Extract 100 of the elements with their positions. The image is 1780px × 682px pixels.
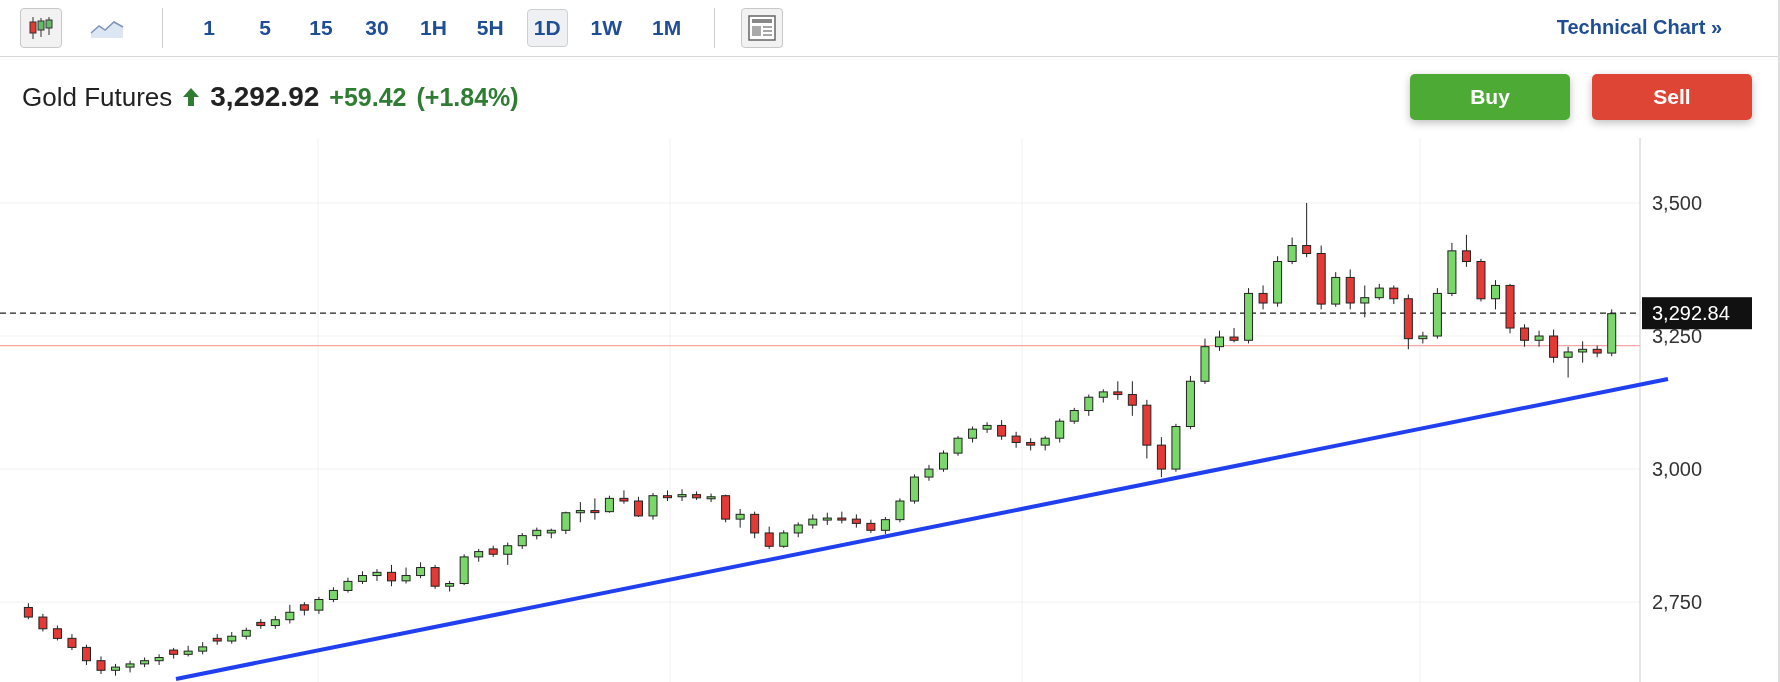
candle	[1607, 308, 1617, 357]
price-axis-label: 2,750	[1652, 591, 1703, 614]
candle	[1069, 407, 1079, 425]
candle	[517, 532, 527, 550]
price-axis-label: 3,000	[1652, 458, 1703, 481]
candle	[735, 508, 745, 529]
candle	[38, 613, 48, 632]
candle	[1026, 437, 1036, 451]
candle	[997, 419, 1007, 441]
candle	[1244, 287, 1254, 344]
interval-button[interactable]: 1H	[413, 8, 454, 47]
candle	[1592, 345, 1602, 358]
candle	[808, 513, 818, 530]
candle	[1287, 237, 1297, 265]
candle	[1520, 323, 1530, 348]
layout-button[interactable]	[741, 7, 784, 48]
candle	[561, 511, 571, 535]
price-axis-label: 3,500	[1652, 191, 1703, 214]
candle	[285, 604, 295, 624]
candle	[532, 527, 542, 540]
interval-button[interactable]: 1	[189, 8, 229, 47]
candle	[183, 645, 193, 657]
candle	[895, 497, 905, 523]
sell-button[interactable]: Sell	[1592, 74, 1752, 121]
technical-chart-link[interactable]: Technical Chart »	[1556, 16, 1722, 40]
candle	[1331, 271, 1341, 308]
candle	[241, 627, 251, 640]
candle	[401, 567, 411, 585]
candle	[1258, 284, 1268, 310]
candle	[1345, 269, 1355, 310]
candle	[1534, 330, 1544, 348]
candle	[851, 513, 861, 529]
candle	[604, 495, 614, 514]
interval-button[interactable]: 1W	[583, 8, 630, 47]
candle	[169, 647, 179, 660]
candle	[677, 488, 687, 502]
candle	[866, 519, 876, 534]
candle	[953, 435, 963, 457]
candle	[793, 521, 803, 538]
candle	[154, 653, 164, 666]
candle	[692, 490, 702, 501]
candle	[67, 633, 77, 651]
candle	[1461, 234, 1471, 268]
candle	[343, 577, 353, 594]
candle	[503, 542, 513, 566]
candle	[663, 489, 672, 502]
candle	[968, 426, 978, 443]
candle	[1360, 284, 1370, 318]
candle	[648, 492, 658, 521]
candle	[1374, 283, 1384, 301]
candle	[880, 516, 890, 535]
candle	[488, 545, 498, 558]
candle	[750, 511, 760, 539]
candle	[575, 501, 585, 523]
interval-button[interactable]: 1D	[526, 8, 568, 47]
candle	[1418, 331, 1428, 344]
candle	[314, 596, 324, 615]
candle	[546, 528, 556, 539]
candle	[1302, 202, 1312, 258]
candle	[372, 568, 382, 582]
candle	[1505, 283, 1515, 334]
candle	[299, 601, 309, 616]
price-change: +59.42	[329, 82, 407, 112]
candle	[459, 553, 469, 586]
candle	[939, 449, 948, 473]
candle	[416, 561, 426, 579]
candle	[779, 529, 789, 549]
candle	[1432, 287, 1442, 340]
candle	[387, 564, 396, 587]
candle	[1389, 284, 1399, 305]
candle	[1098, 388, 1108, 404]
candle	[1273, 255, 1283, 308]
candle	[1403, 294, 1413, 350]
last-price: 3,292.92	[210, 81, 320, 114]
interval-button[interactable]: 30	[357, 8, 397, 47]
candle	[590, 497, 600, 521]
interval-button[interactable]: 1M	[645, 8, 689, 47]
candlestick-icon	[28, 14, 54, 41]
candle	[111, 663, 121, 677]
candle	[764, 526, 774, 550]
candle	[1563, 346, 1573, 379]
interval-button[interactable]: 15	[301, 8, 341, 47]
candle	[1200, 338, 1210, 385]
instrument-name: Gold Futures	[22, 81, 173, 113]
candle	[1156, 436, 1166, 478]
candle	[125, 660, 135, 673]
interval-button[interactable]: 5	[245, 8, 285, 47]
candle	[1084, 394, 1094, 417]
candle	[721, 494, 731, 523]
interval-button[interactable]: 5H	[469, 8, 511, 47]
candle	[96, 655, 106, 675]
chart-type-button[interactable]	[20, 7, 62, 48]
candle	[1578, 340, 1588, 364]
candle	[198, 641, 208, 655]
candle	[270, 615, 280, 630]
candle	[1055, 418, 1065, 443]
candle	[23, 602, 33, 620]
candle	[1011, 431, 1021, 449]
candle	[430, 564, 440, 590]
candle	[619, 489, 629, 505]
